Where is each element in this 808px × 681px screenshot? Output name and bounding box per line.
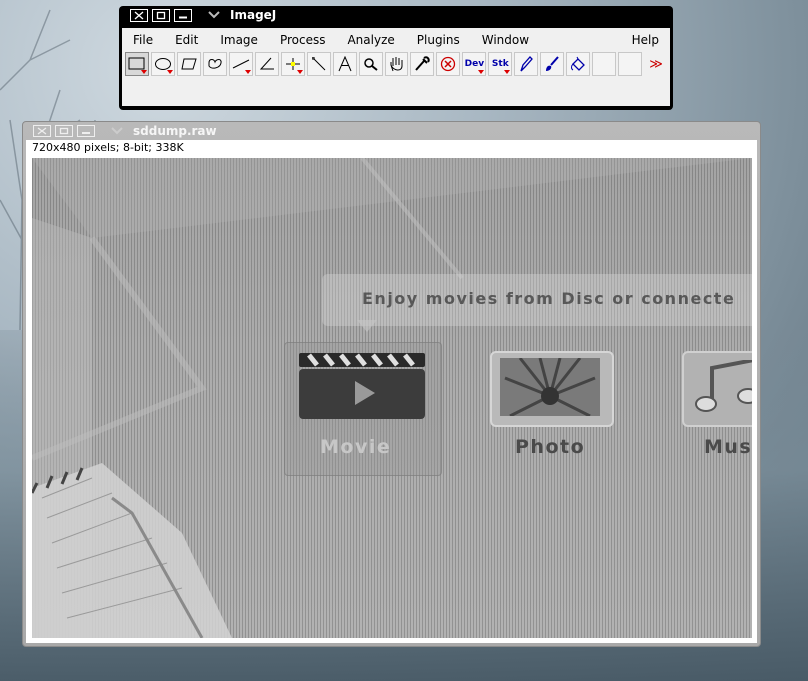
menu-process[interactable]: Process: [269, 33, 337, 47]
image-canvas[interactable]: Enjoy movies from Disc or connecte Movie…: [32, 158, 752, 638]
polygon-icon: [181, 58, 197, 70]
minimize-window-button[interactable]: [77, 125, 95, 137]
chevron-down-icon: [111, 127, 123, 135]
polygon-tool[interactable]: [176, 52, 201, 76]
chevron-down-icon: [208, 11, 220, 19]
image-window-content: 720x480 pixels; 8-bit; 338K Enjoy movies…: [26, 140, 757, 643]
empty-slot-1[interactable]: [592, 52, 617, 76]
flood-fill-tool[interactable]: [566, 52, 591, 76]
crosshair-icon: [285, 58, 300, 70]
pencil-icon: [520, 56, 534, 72]
maximize-icon: [156, 11, 166, 19]
x-circle-icon: [441, 56, 456, 72]
image-window-title: sddump.raw: [133, 124, 217, 138]
wand-tool[interactable]: [306, 52, 331, 76]
menu-image[interactable]: Image: [209, 33, 269, 47]
dropper-icon: [415, 56, 431, 71]
pencil-tool[interactable]: [514, 52, 539, 76]
menu-file[interactable]: File: [122, 33, 164, 47]
minimize-icon: [82, 132, 90, 134]
close-icon: [37, 127, 47, 135]
menu-edit[interactable]: Edit: [164, 33, 209, 47]
imagej-titlebar[interactable]: ImageJ: [119, 6, 673, 24]
image-info-text: 720x480 pixels; 8-bit; 338K: [32, 141, 184, 154]
freehand-tool[interactable]: [202, 52, 227, 76]
close-roi-tool[interactable]: [436, 52, 461, 76]
photo-flower-icon: [500, 358, 600, 416]
minimize-icon: [179, 16, 187, 18]
stack-icon: Stk: [491, 59, 509, 69]
line-icon: [232, 59, 250, 69]
magnifier-icon: [363, 58, 378, 71]
more-tools-button[interactable]: ≫: [644, 52, 668, 76]
hand-tool[interactable]: [384, 52, 409, 76]
empty-slot-2[interactable]: [618, 52, 643, 76]
music-note-icon: [695, 360, 752, 412]
dropper-tool[interactable]: [410, 52, 435, 76]
fill-icon: [571, 56, 586, 71]
oval-tool[interactable]: [150, 52, 175, 76]
close-window-button[interactable]: [130, 8, 148, 22]
banner-pointer: [357, 320, 377, 332]
tool-arrow: [504, 70, 511, 74]
angle-icon: [259, 57, 274, 70]
maximize-icon: [59, 127, 69, 135]
hand-icon: [390, 57, 402, 72]
tile-label-photo: Photo: [515, 436, 586, 458]
magnifier-tool[interactable]: [358, 52, 383, 76]
tool-arrow: [296, 70, 303, 74]
brush-tool[interactable]: [540, 52, 565, 76]
menu-analyze[interactable]: Analyze: [336, 33, 405, 47]
window-menu-chevron[interactable]: [111, 127, 123, 135]
dev-menu-tool[interactable]: Dev: [462, 52, 487, 76]
menu-help[interactable]: Help: [621, 33, 670, 47]
imagej-title: ImageJ: [230, 8, 277, 22]
brush-icon: [546, 56, 559, 71]
rectangle-tool[interactable]: [125, 52, 149, 76]
menubar: File Edit Image Process Analyze Plugins …: [122, 28, 670, 52]
close-window-button[interactable]: [33, 125, 51, 137]
menu-window[interactable]: Window: [471, 33, 540, 47]
toolbar: Dev Stk ≫: [125, 52, 670, 78]
text-icon: [338, 56, 352, 72]
tool-arrow: [166, 70, 173, 74]
tile-label-movie: Movie: [320, 436, 392, 458]
tool-arrow: [140, 70, 147, 74]
window-menu-chevron[interactable]: [208, 11, 220, 19]
close-icon: [134, 11, 144, 19]
maximize-window-button[interactable]: [55, 125, 73, 137]
maximize-window-button[interactable]: [152, 8, 170, 22]
menu-plugins[interactable]: Plugins: [406, 33, 471, 47]
imagej-main-window: ImageJ File Edit Image Process Analyze P…: [119, 6, 673, 110]
tool-arrow: [244, 70, 251, 74]
imagej-body: File Edit Image Process Analyze Plugins …: [122, 28, 670, 106]
movie-clapper-icon: [299, 353, 425, 419]
minimize-window-button[interactable]: [174, 8, 192, 22]
tile-label-music: Mus: [704, 436, 752, 458]
wand-icon: [311, 57, 325, 71]
text-tool[interactable]: [332, 52, 357, 76]
point-tool[interactable]: [280, 52, 305, 76]
line-tool[interactable]: [228, 52, 253, 76]
dev-icon: Dev: [464, 59, 485, 69]
image-window-titlebar[interactable]: sddump.raw: [23, 123, 760, 139]
banner-text: Enjoy movies from Disc or connecte: [362, 289, 736, 308]
stack-tool[interactable]: Stk: [488, 52, 513, 76]
oval-icon: [154, 58, 171, 70]
image-window: sddump.raw 720x480 pixels; 8-bit; 338K E…: [22, 121, 761, 647]
angle-tool[interactable]: [254, 52, 279, 76]
rectangle-icon: [128, 57, 145, 70]
freehand-icon: [208, 59, 222, 69]
tool-arrow: [478, 70, 485, 74]
